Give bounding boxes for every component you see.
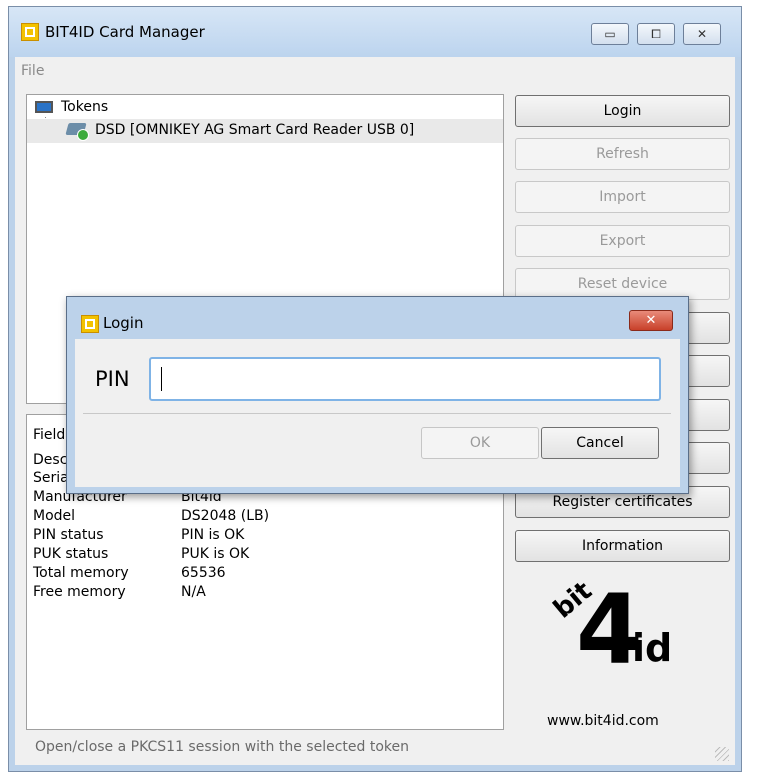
bit4id-app-icon xyxy=(81,315,99,333)
maximize-button[interactable]: ⧠ xyxy=(637,23,675,45)
field-value: DS2048 (LB) xyxy=(181,508,270,524)
dialog-separator xyxy=(83,413,671,414)
menu-file[interactable]: File xyxy=(21,63,44,79)
cancel-button[interactable]: Cancel xyxy=(541,427,659,459)
close-button[interactable]: ✕ xyxy=(683,23,721,45)
field-key: Seria xyxy=(33,470,69,486)
export-button[interactable]: Export xyxy=(515,225,730,257)
menu-bar: File xyxy=(15,57,735,86)
refresh-button[interactable]: Refresh xyxy=(515,138,730,170)
logo-id: id xyxy=(632,626,672,670)
tree-item-label: DSD [OMNIKEY AG Smart Card Reader USB 0] xyxy=(95,122,415,138)
resize-grip-icon[interactable] xyxy=(715,747,729,761)
fields-column-header[interactable]: Field xyxy=(33,427,65,443)
dialog-body: PIN OK Cancel xyxy=(75,339,680,487)
minimize-button[interactable]: ▭ xyxy=(591,23,629,45)
website-link[interactable]: www.bit4id.com xyxy=(547,713,659,729)
field-key: PIN status xyxy=(33,527,104,543)
tree-root-label: Tokens xyxy=(61,99,109,115)
field-key: PUK status xyxy=(33,546,109,562)
information-button[interactable]: Information xyxy=(515,530,730,562)
dialog-close-button[interactable]: ✕ xyxy=(629,310,673,331)
field-value: 65536 xyxy=(181,565,226,581)
bit4id-app-icon xyxy=(21,23,39,41)
pin-label: PIN xyxy=(95,367,130,391)
window-title: BIT4ID Card Manager xyxy=(45,23,205,41)
dialog-title: Login xyxy=(103,314,144,332)
text-caret xyxy=(161,367,162,391)
ok-button[interactable]: OK xyxy=(421,427,539,459)
field-key: Model xyxy=(33,508,76,524)
bit4id-logo: bit 4 id xyxy=(548,574,672,675)
field-value: PIN is OK xyxy=(181,527,245,543)
status-bar-text: Open/close a PKCS11 session with the sel… xyxy=(35,739,409,755)
field-key: Desc xyxy=(33,452,68,468)
smart-card-icon xyxy=(67,123,89,141)
tree-item-token[interactable]: DSD [OMNIKEY AG Smart Card Reader USB 0] xyxy=(27,119,503,143)
field-value: PUK is OK xyxy=(181,546,250,562)
login-dialog: Login ✕ PIN OK Cancel xyxy=(66,296,689,494)
pin-input[interactable] xyxy=(149,357,661,401)
field-key: Total memory xyxy=(33,565,129,581)
field-key: Free memory xyxy=(33,584,126,600)
import-button[interactable]: Import xyxy=(515,181,730,213)
window-titlebar[interactable]: BIT4ID Card Manager ▭ ⧠ ✕ xyxy=(9,7,741,57)
login-button[interactable]: Login xyxy=(515,95,730,127)
field-value: N/A xyxy=(181,584,206,600)
computer-icon xyxy=(35,101,53,113)
